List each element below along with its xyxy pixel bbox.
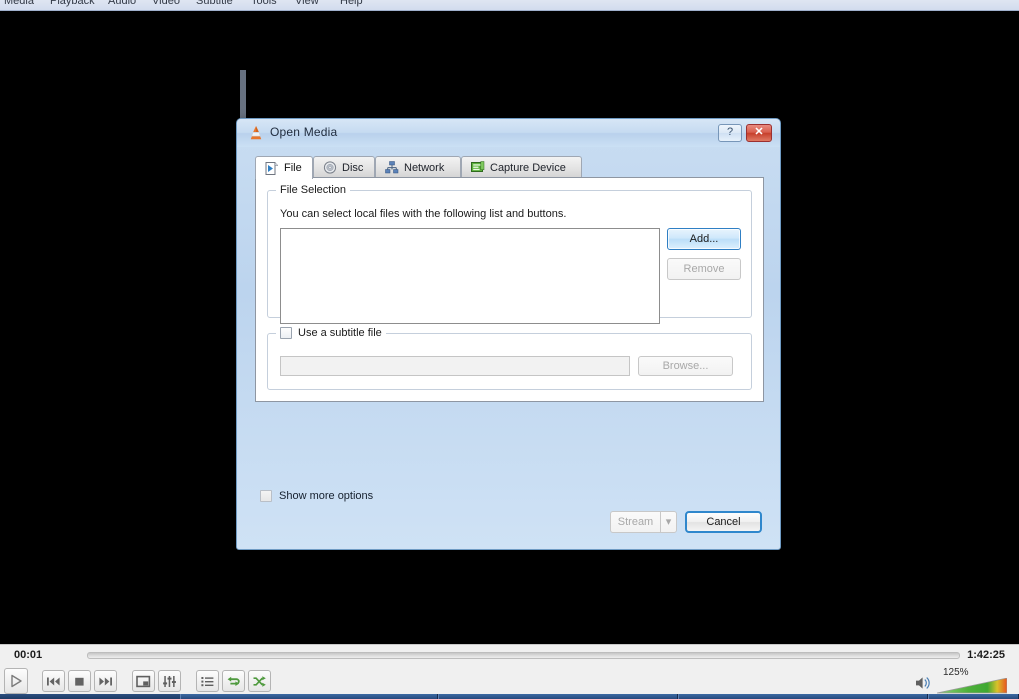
transport-controls: 125% bbox=[0, 667, 1019, 696]
use-subtitle-checkbox[interactable] bbox=[280, 327, 292, 339]
open-media-dialog: Open Media ? ✕ File Disc Network Capture… bbox=[236, 118, 781, 550]
tab-file[interactable]: File bbox=[255, 156, 313, 179]
network-icon bbox=[385, 161, 399, 174]
vlc-cone-icon bbox=[248, 125, 264, 141]
show-more-options-row[interactable]: Show more options bbox=[260, 490, 373, 502]
taskbar-item[interactable] bbox=[678, 694, 928, 699]
file-icon bbox=[265, 161, 279, 175]
add-button[interactable]: Add... bbox=[667, 228, 741, 250]
tab-network[interactable]: Network bbox=[375, 156, 461, 178]
subtitle-group-label: Use a subtitle file bbox=[276, 327, 386, 339]
volume-label: 125% bbox=[943, 667, 969, 678]
seek-slider[interactable] bbox=[87, 652, 960, 659]
play-button[interactable] bbox=[4, 668, 28, 694]
previous-button[interactable] bbox=[42, 670, 65, 692]
menu-item-view[interactable]: View bbox=[295, 0, 319, 7]
seek-row: 00:01 1:42:25 bbox=[0, 645, 1019, 665]
menu-item-tools[interactable]: Tools bbox=[251, 0, 277, 7]
file-selection-group: File Selection You can select local file… bbox=[267, 184, 752, 324]
file-list[interactable] bbox=[280, 228, 660, 324]
tab-capture-device[interactable]: Capture Device bbox=[461, 156, 582, 178]
stop-button[interactable] bbox=[68, 670, 91, 692]
menu-item-audio[interactable]: Audio bbox=[108, 0, 136, 7]
dialog-tabs: File Disc Network Capture Device bbox=[255, 156, 764, 179]
help-button[interactable]: ? bbox=[718, 124, 742, 142]
volume-control[interactable]: 125% bbox=[911, 667, 1011, 696]
dialog-title-bar[interactable]: Open Media ? ✕ bbox=[237, 119, 780, 147]
tab-network-label: Network bbox=[404, 161, 445, 174]
shuffle-icon bbox=[253, 675, 266, 687]
random-button[interactable] bbox=[248, 670, 271, 692]
speaker-icon[interactable] bbox=[915, 675, 933, 691]
use-subtitle-label: Use a subtitle file bbox=[298, 327, 382, 339]
play-icon bbox=[11, 674, 22, 688]
menu-item-help[interactable]: Help bbox=[340, 0, 363, 7]
subtitle-path-input bbox=[280, 356, 630, 376]
windows-taskbar bbox=[0, 694, 1019, 699]
total-time[interactable]: 1:42:25 bbox=[967, 649, 1005, 661]
tab-capture-device-label: Capture Device bbox=[490, 161, 566, 174]
menu-item-subtitle[interactable]: Subtitle bbox=[196, 0, 233, 7]
menu-bar: Media Playback Audio Video Subtitle Tool… bbox=[0, 0, 1019, 11]
close-icon[interactable]: ✕ bbox=[746, 124, 772, 142]
fullscreen-icon bbox=[136, 675, 151, 687]
remove-button: Remove bbox=[667, 258, 741, 280]
stop-icon bbox=[75, 677, 84, 686]
tab-disc-label: Disc bbox=[342, 161, 364, 174]
extended-settings-button[interactable] bbox=[158, 670, 181, 692]
loop-button[interactable] bbox=[222, 670, 245, 692]
loop-icon bbox=[227, 676, 240, 686]
browse-button: Browse... bbox=[638, 356, 733, 376]
file-selection-hint: You can select local files with the foll… bbox=[280, 208, 567, 220]
equalizer-icon bbox=[163, 675, 176, 687]
menu-item-media[interactable]: Media bbox=[4, 0, 34, 7]
file-selection-group-label: File Selection bbox=[276, 184, 351, 196]
show-more-options-label: Show more options bbox=[279, 490, 374, 502]
chevron-down-icon: ▾ bbox=[660, 511, 677, 533]
vlc-main-window: Media Playback Audio Video Subtitle Tool… bbox=[0, 0, 1019, 699]
disc-icon bbox=[323, 161, 337, 174]
playlist-button[interactable] bbox=[196, 670, 219, 692]
taskbar-item[interactable] bbox=[928, 694, 1019, 699]
cancel-button[interactable]: Cancel bbox=[685, 511, 762, 533]
playlist-icon bbox=[201, 676, 214, 686]
capture-icon bbox=[471, 161, 485, 174]
tab-disc[interactable]: Disc bbox=[313, 156, 375, 178]
subtitle-group: Use a subtitle file Browse... bbox=[267, 327, 752, 390]
next-button[interactable] bbox=[94, 670, 117, 692]
menu-item-video[interactable]: Video bbox=[152, 0, 180, 7]
previous-icon bbox=[47, 677, 60, 685]
stream-split-button: Stream ▾ bbox=[610, 511, 677, 533]
fullscreen-button[interactable] bbox=[132, 670, 155, 692]
menu-item-playback[interactable]: Playback bbox=[50, 0, 95, 7]
next-icon bbox=[99, 677, 112, 685]
elapsed-time[interactable]: 00:01 bbox=[14, 649, 42, 661]
volume-slider[interactable] bbox=[936, 677, 1008, 694]
dialog-title: Open Media bbox=[270, 125, 338, 139]
tab-page-file: File Selection You can select local file… bbox=[255, 177, 764, 402]
taskbar-item[interactable] bbox=[438, 694, 678, 699]
show-more-options-checkbox[interactable] bbox=[260, 490, 272, 502]
tab-file-label: File bbox=[284, 162, 302, 174]
stream-button: Stream bbox=[610, 511, 660, 533]
taskbar-item[interactable] bbox=[180, 694, 438, 699]
player-control-bar: 00:01 1:42:25 125% bbox=[0, 644, 1019, 695]
